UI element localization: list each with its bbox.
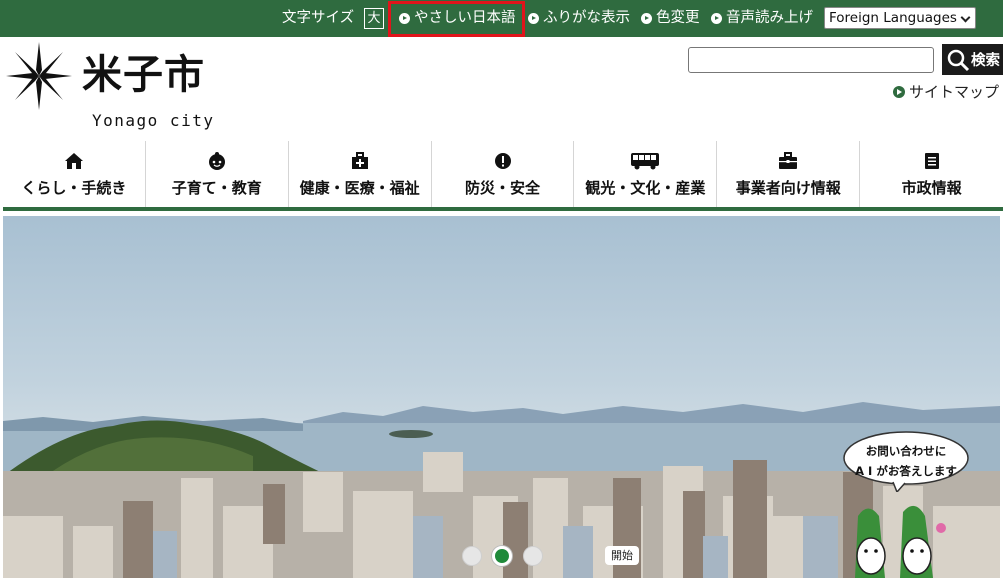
document-icon [924,151,940,171]
nav-label: 子育て・教育 [171,178,262,197]
house-icon [64,151,84,171]
hero-slideshow[interactable] [3,216,1000,578]
nav-item-city-admin[interactable]: 市政情報 [860,141,1003,207]
medical-kit-icon [351,151,369,171]
font-size-label: 文字サイズ [282,10,355,26]
search-icon [947,49,970,71]
color-change-label: 色変更 [656,10,700,26]
city-panorama-image [3,402,1000,578]
slideshow-start-button[interactable]: 開始 [605,546,639,565]
search-input[interactable] [688,47,934,73]
nav-item-safety[interactable]: 防災・安全 [432,141,575,207]
nav-label: 防災・安全 [465,178,541,197]
alert-icon [494,151,512,171]
font-size-large-button[interactable]: 大 [364,8,384,29]
color-change-link[interactable]: 色変更 [641,0,700,37]
global-nav: くらし・手続き 子育て・教育 健康・医療・福祉 防災・安全 観光・文化・産業 事… [3,141,1003,209]
arrow-circle-icon [528,13,539,24]
nav-item-living[interactable]: くらし・手続き [3,141,146,207]
ai-chat-text[interactable]: お問い合わせに A I がお答えします [850,441,962,481]
ai-chat-line2: A I がお答えします [855,464,957,478]
city-name-en: Yonago city [92,111,215,130]
language-select[interactable]: Foreign Languages [824,7,976,29]
child-face-icon [207,151,227,171]
highlight-box [388,1,525,37]
language-select-value: Foreign Languages [829,10,957,26]
nav-label: くらし・手続き [21,178,127,197]
nav-divider [3,207,1003,211]
read-aloud-label: 音声読み上げ [726,10,813,26]
nav-item-health[interactable]: 健康・医療・福祉 [289,141,432,207]
nav-label: 観光・文化・産業 [585,178,706,197]
search-button-label: 検索 [971,53,1000,69]
bus-icon [630,151,660,171]
nav-label: 健康・医療・福祉 [299,178,420,197]
slider-dot-2[interactable] [492,546,512,566]
nav-label: 市政情報 [901,178,962,197]
sitemap-label: サイトマップ [909,83,1000,101]
furigana-label: ふりがな表示 [543,10,630,26]
briefcase-icon [778,151,798,171]
ai-chat-line1: お問い合わせに [865,444,947,458]
read-aloud-link[interactable]: 音声読み上げ [711,0,813,37]
nav-item-business[interactable]: 事業者向け情報 [717,141,861,207]
nav-label: 事業者向け情報 [735,178,841,197]
arrow-circle-icon [893,85,905,98]
city-emblem-icon [6,42,72,110]
slider-dot-3[interactable] [523,546,543,566]
utility-bar: 文字サイズ 大 やさしい日本語 ふりがな表示 色変更 音声読み上げ Foreig… [0,0,1003,37]
arrow-circle-icon [641,13,652,24]
arrow-circle-icon [711,13,722,24]
city-name[interactable]: 米子市 [82,50,205,100]
sitemap-link[interactable]: サイトマップ [893,81,999,102]
search-button[interactable]: 検索 [942,44,1003,75]
furigana-link[interactable]: ふりがな表示 [528,0,630,37]
nav-item-childcare[interactable]: 子育て・教育 [146,141,289,207]
nav-item-tourism[interactable]: 観光・文化・産業 [574,141,718,207]
slider-dot-1[interactable] [462,546,482,566]
chevron-down-icon [960,12,971,23]
